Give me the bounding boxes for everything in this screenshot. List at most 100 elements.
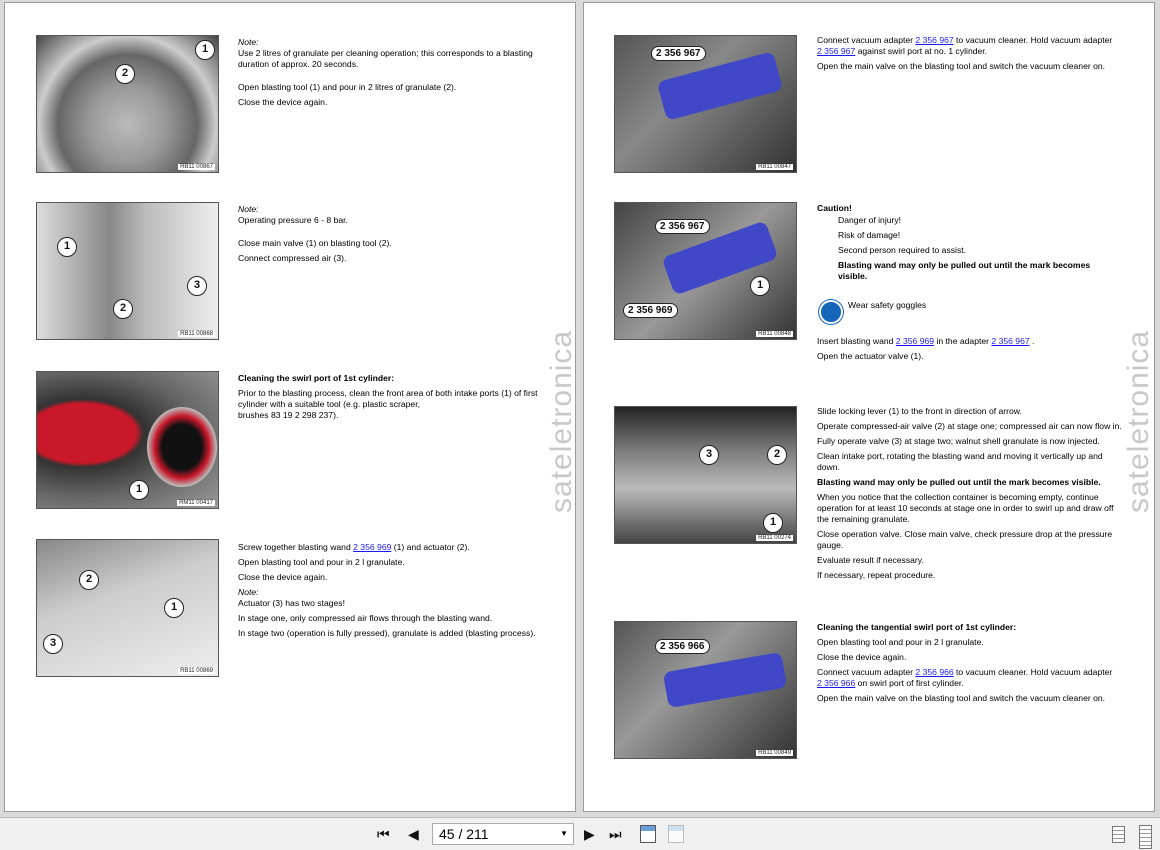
- step-text: Operate compressed-air valve (2) at stag…: [817, 421, 1122, 431]
- note-label: Note:: [238, 37, 259, 47]
- watermark: sateletronica: [1122, 329, 1155, 513]
- continuous-view-icon[interactable]: [1139, 825, 1152, 849]
- safety-goggles-icon: [819, 300, 843, 324]
- step-text: Close the device again.: [817, 652, 907, 662]
- step-text: to vacuum cleaner. Hold vacuum adapter: [953, 35, 1113, 45]
- caution-text: Second person required to assist.: [838, 245, 967, 255]
- figure-insert-wand: 2 356 967 2 356 969 1 RB11 00848: [614, 202, 797, 340]
- callout: 1: [763, 513, 783, 533]
- next-view-icon[interactable]: [668, 825, 684, 843]
- callout: 2: [79, 570, 99, 590]
- step-text: Evaluate result if necessary.: [817, 555, 924, 565]
- note-label: Note:: [238, 587, 259, 597]
- step-text: to vacuum cleaner. Hold vacuum adapter: [953, 667, 1113, 677]
- figure-code: RB11 00274: [756, 535, 793, 541]
- step-text: Connect compressed air (3).: [238, 253, 347, 263]
- callout: 1: [164, 598, 184, 618]
- step-text: Slide locking lever (1) to the front in …: [817, 406, 1022, 416]
- figure-granulate-container: 1 2 RB11 00867: [36, 35, 219, 173]
- part-link[interactable]: 2 356 969: [353, 542, 391, 552]
- figure-vacuum-adapter: 2 356 967 RB11 00847: [614, 35, 797, 173]
- step-text: Insert blasting wand: [817, 336, 896, 346]
- callout: 1: [57, 237, 77, 257]
- step-text: Connect vacuum adapter: [817, 35, 916, 45]
- figure-code: RB11 00848: [756, 331, 793, 337]
- note-text: Actuator (3) has two stages!: [238, 598, 345, 608]
- page-value: 45 / 211: [439, 826, 489, 842]
- step-text: In stage two (operation is fully pressed…: [238, 628, 536, 638]
- part-tag: 2 356 969: [623, 303, 678, 318]
- figure-code: RB11 00869: [178, 668, 215, 674]
- figure-actuator: 3 2 1 RB11 00274: [614, 406, 797, 544]
- part-tag: 2 356 966: [655, 639, 710, 654]
- first-page-button[interactable]: ⏮: [377, 826, 390, 843]
- figure-code: RB11 00868: [178, 331, 215, 337]
- step-text: Screw together blasting wand: [238, 542, 354, 552]
- figure-blasting-wand: 1 2 3 RB11 00869: [36, 539, 219, 677]
- step-text: Close the device again.: [238, 572, 328, 582]
- callout: 3: [187, 276, 207, 296]
- section-tangential: Cleaning the tangential swirl port of 1s…: [817, 622, 1117, 708]
- step-text: Open blasting tool and pour in 2 l granu…: [238, 557, 405, 567]
- callout: 2: [115, 64, 135, 84]
- previous-view-icon[interactable]: [640, 825, 656, 843]
- section-granulate: Note: Use 2 litres of granulate per clea…: [238, 37, 538, 112]
- section-wand-assembly: Screw together blasting wand 2 356 969 (…: [238, 542, 538, 643]
- step-text: Close main valve (1) on blasting tool (2…: [238, 238, 392, 248]
- step-text: Close the device again.: [238, 97, 328, 107]
- figure-tangential-adapter: 2 356 966 RB11 00849: [614, 621, 797, 759]
- chevron-down-icon: ▼: [560, 829, 568, 838]
- section-heading: Cleaning the swirl port of 1st cylinder:: [238, 373, 395, 383]
- step-text: Open the main valve on the blasting tool…: [817, 693, 1106, 703]
- step-text: Open blasting tool and pour in 2 l granu…: [817, 637, 984, 647]
- next-page-button[interactable]: ▶: [584, 826, 595, 843]
- step-text: Prior to the blasting process, clean the…: [238, 388, 538, 409]
- step-text: In stage one, only compressed air flows …: [238, 613, 493, 623]
- section-pressure: Note: Operating pressure 6 - 8 bar. Clos…: [238, 204, 538, 268]
- safety-note: Wear safety goggles: [848, 300, 927, 310]
- figure-code: RB11 00847: [756, 164, 793, 170]
- note-label: Note:: [238, 204, 259, 214]
- step-text: .: [1029, 336, 1035, 346]
- part-link[interactable]: 2 356 967: [991, 336, 1029, 346]
- part-tag: 2 356 967: [655, 219, 710, 234]
- part-link[interactable]: 2 356 966: [915, 667, 953, 677]
- step-text: Open blasting tool (1) and pour in 2 lit…: [238, 82, 457, 92]
- prev-page-button[interactable]: ◀: [408, 826, 419, 843]
- right-page: 2 356 967 RB11 00847 2 356 967 2 356 969…: [583, 2, 1155, 812]
- step-text: Connect vacuum adapter: [817, 667, 916, 677]
- single-page-view-icon[interactable]: [1112, 826, 1125, 843]
- step-text: against swirl port at no. 1 cylinder.: [855, 46, 988, 56]
- figure-code: RB11 00867: [178, 164, 215, 170]
- page-select[interactable]: 45 / 211 ▼: [432, 823, 574, 845]
- part-link[interactable]: 2 356 966: [817, 678, 855, 688]
- callout: 1: [195, 40, 215, 60]
- part-link[interactable]: 2 356 969: [896, 336, 934, 346]
- step-text: brushes 83 19 2 298 237).: [238, 410, 339, 420]
- step-text: Close operation valve. Close main valve,…: [817, 529, 1113, 550]
- left-page: 1 2 RB11 00867 1 2 3 RB11 00868 1 RM11 0…: [4, 2, 578, 812]
- figure-code: RB11 00849: [756, 750, 793, 756]
- part-link[interactable]: 2 356 967: [817, 46, 855, 56]
- step-text: If necessary, repeat procedure.: [817, 570, 936, 580]
- section-vacuum: Connect vacuum adapter 2 356 967 to vacu…: [817, 35, 1117, 76]
- figure-code: RM11 00417: [177, 500, 215, 506]
- part-tag: 2 356 967: [651, 46, 706, 61]
- caution-heading: Caution!: [817, 203, 852, 213]
- step-text: (1) and actuator (2).: [391, 542, 470, 552]
- section-swirl-port: Cleaning the swirl port of 1st cylinder:…: [238, 373, 538, 425]
- section-heading: Cleaning the tangential swirl port of 1s…: [817, 622, 1017, 632]
- last-page-button[interactable]: ⏭: [609, 826, 622, 843]
- section-blasting: Slide locking lever (1) to the front in …: [817, 406, 1122, 585]
- figure-intake-ports: 1 RM11 00417: [36, 371, 219, 509]
- part-link[interactable]: 2 356 967: [915, 35, 953, 45]
- section-caution: Caution! Danger of injury! Risk of damag…: [817, 203, 1117, 366]
- warning-text: Blasting wand may only be pulled out unt…: [817, 477, 1101, 487]
- callout: 3: [699, 445, 719, 465]
- step-text: Fully operate valve (3) at stage two; wa…: [817, 436, 1100, 446]
- figure-blasting-tool: 1 2 3 RB11 00868: [36, 202, 219, 340]
- watermark: sateletronica: [545, 329, 578, 513]
- step-text: When you notice that the collection cont…: [817, 492, 1114, 524]
- step-text: Open the actuator valve (1).: [817, 351, 924, 361]
- step-text: Clean intake port, rotating the blasting…: [817, 451, 1103, 472]
